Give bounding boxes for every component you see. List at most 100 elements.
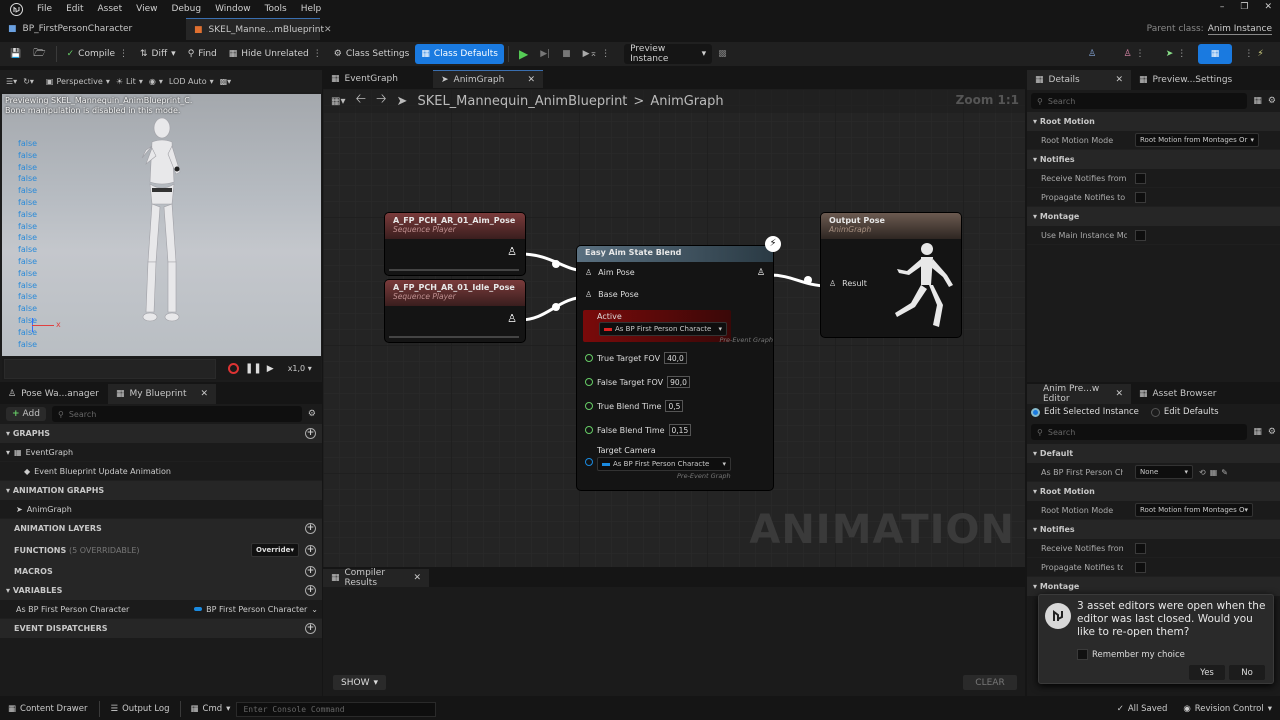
functions-section[interactable]: FUNCTIONS (5 OVERRIDABLE) Override ▾ + — [0, 538, 322, 562]
tree-item-eventgraph[interactable]: ▾ ▦ EventGraph — [0, 443, 322, 462]
use-main-instance-checkbox[interactable] — [1135, 229, 1146, 241]
clear-button[interactable]: CLEAR — [963, 675, 1017, 690]
radio-selected-icon[interactable] — [1031, 407, 1040, 417]
blueprint-mode-button[interactable]: ▦ — [1198, 44, 1232, 64]
animation-mode-button[interactable]: ➤ ⋮ — [1156, 44, 1196, 64]
result-pin[interactable]: ♙ Result — [829, 279, 867, 288]
output-pose-node[interactable]: Output Pose AnimGraph ♙ Result — [821, 213, 961, 337]
menu-asset[interactable]: Asset — [98, 4, 123, 14]
true-blend-pin[interactable]: True Blend Time 0,5 — [585, 400, 684, 412]
camera-binding-dropdown[interactable]: As BP First Person Characte ▾ — [597, 457, 731, 471]
easy-aim-blend-node[interactable]: Easy Aim State Blend ⚡ ♙ Aim Pose ♙ ♙ Base… — [577, 236, 781, 490]
true-blend-value[interactable]: 0,5 — [665, 400, 684, 412]
tab-preview-settings[interactable]: ▦ Preview...Settings — [1131, 70, 1241, 90]
pose-output-pin-icon[interactable]: ♙ — [507, 312, 517, 325]
default-section[interactable]: ▾ Default — [1027, 444, 1280, 463]
yes-button[interactable]: Yes — [1189, 665, 1225, 680]
graph-canvas[interactable]: ▦▾ 🡠 🡢 ➤ SKEL_Mannequin_AnimBlueprint > … — [323, 89, 1025, 567]
add-macro-icon[interactable]: + — [305, 566, 316, 577]
root-motion-mode-dropdown[interactable]: Root Motion from Montages Or ▾ — [1135, 133, 1259, 147]
find-button[interactable]: ⚲ Find — [182, 44, 223, 64]
play-forward-icon[interactable]: ▶ — [267, 364, 274, 374]
doc-tab-bp-firstperson[interactable]: ■ BP_FirstPersonCharacter — [0, 18, 186, 40]
close-tab-icon[interactable]: ✕ — [324, 25, 332, 35]
variable-row[interactable]: As BP First Person Character BP First Per… — [0, 600, 322, 619]
reset-arrow-icon[interactable]: ⟲ — [1199, 468, 1206, 477]
pause-icon[interactable]: ❚❚ — [245, 363, 262, 374]
browse-asset-icon[interactable]: ▦ — [1210, 468, 1218, 477]
preview-propagate-notifies-checkbox[interactable] — [1135, 561, 1146, 573]
pose-output-pin-icon[interactable]: ♙ — [757, 268, 765, 278]
gear-icon[interactable]: ⚙ — [1268, 96, 1276, 106]
close-tab-icon[interactable]: ✕ — [413, 573, 421, 583]
remember-choice-checkbox[interactable] — [1077, 649, 1088, 660]
variables-section[interactable]: ▾ VARIABLES + — [0, 581, 322, 600]
anim-layers-section[interactable]: ANIMATION LAYERS + — [0, 519, 322, 538]
add-graph-icon[interactable]: + — [305, 428, 316, 439]
my-blueprint-search[interactable]: ⚲ Search — [51, 406, 302, 422]
cmd-dropdown[interactable]: ▦ Cmd ▾ — [185, 704, 237, 714]
table-view-icon[interactable]: ▦ — [1253, 427, 1262, 437]
active-binding-dropdown[interactable]: As BP First Person Characte ▾ — [599, 322, 727, 336]
aim-pose-pin[interactable]: ♙ Aim Pose — [585, 268, 635, 277]
timeline-scrubber[interactable] — [4, 358, 216, 379]
radio-unselected-icon[interactable] — [1150, 407, 1160, 417]
base-pose-pin[interactable]: ♙ Base Pose — [585, 290, 639, 299]
tab-pose-watch[interactable]: ♙ Pose Wa...anager — [0, 384, 108, 404]
screenshot-icon[interactable]: ▩▾ — [220, 77, 232, 86]
as-bp-dropdown[interactable]: None ▾ — [1135, 465, 1193, 479]
idle-pose-node[interactable]: A_FP_PCH_AR_01_Idle_Pose Sequence Player… — [385, 280, 525, 342]
tab-details[interactable]: ▦ Details ✕ — [1027, 70, 1131, 90]
target-camera-pin[interactable]: Target Camera As BP First Person Charact… — [585, 446, 765, 484]
tab-asset-browser[interactable]: ▦ Asset Browser — [1131, 384, 1241, 404]
show-dropdown[interactable]: SHOW ▾ — [333, 675, 386, 690]
add-function-icon[interactable]: + — [305, 544, 316, 556]
compile-button[interactable]: ✓ Compile ⋮ — [61, 44, 134, 64]
menu-file[interactable]: File — [37, 4, 52, 14]
close-tab-icon[interactable]: ✕ — [527, 75, 535, 85]
table-view-icon[interactable]: ▦ — [1253, 96, 1262, 106]
false-fov-pin[interactable]: False Target FOV 90,0 — [585, 376, 690, 388]
details-search[interactable]: ⚲ Search — [1031, 93, 1248, 109]
no-button[interactable]: No — [1229, 665, 1265, 680]
tree-item-animgraph[interactable]: ➤ AnimGraph — [0, 500, 322, 519]
step-button[interactable]: ▶| — [534, 44, 556, 64]
true-fov-value[interactable]: 40,0 — [664, 352, 687, 364]
close-tab-icon[interactable]: ✕ — [200, 389, 208, 399]
hide-unrelated-button[interactable]: ▦ Hide Unrelated ⋮ — [223, 44, 328, 64]
anim-graphs-section[interactable]: ▾ ANIMATION GRAPHS — [0, 481, 322, 500]
stop-button[interactable]: ■ — [556, 44, 577, 64]
preview-root-motion-dropdown[interactable]: Root Motion from Montages O ▾ — [1135, 503, 1253, 517]
unreal-logo-icon[interactable] — [10, 2, 23, 16]
perspective-dropdown[interactable]: ▣ Perspective ▾ — [46, 77, 110, 86]
aim-pose-node[interactable]: A_FP_PCH_AR_01_Aim_Pose Sequence Player … — [385, 213, 525, 275]
all-saved-button[interactable]: ✓ All Saved — [1109, 704, 1176, 714]
mesh-mode-button[interactable]: ♙ ⋮ — [1114, 44, 1154, 64]
override-dropdown[interactable]: Override ▾ — [251, 543, 299, 557]
preview-notifies-section[interactable]: ▾ Notifies — [1027, 520, 1280, 539]
close-window-icon[interactable]: ✕ — [1264, 2, 1272, 12]
physics-mode-button[interactable]: ⋮ ⚡ — [1234, 44, 1274, 64]
anim-preview-search[interactable]: ⚲ Search — [1031, 424, 1248, 440]
menu-tools[interactable]: Tools — [265, 4, 287, 14]
menu-window[interactable]: Window — [215, 4, 251, 14]
browse-button[interactable]: 🗁 — [27, 44, 51, 64]
tab-anim-preview-editor[interactable]: Anim Pre...w Editor ✕ — [1027, 384, 1131, 404]
lit-dropdown[interactable]: ☀ Lit ▾ — [116, 77, 143, 86]
diff-button[interactable]: ⇅ Diff ▾ — [134, 44, 182, 64]
close-tab-icon[interactable]: ✕ — [1115, 389, 1123, 399]
details-montage-section[interactable]: ▾ Montage — [1027, 207, 1280, 226]
pose-output-pin-icon[interactable]: ♙ — [507, 245, 517, 258]
menu-edit[interactable]: Edit — [66, 4, 83, 14]
edit-defaults-label[interactable]: Edit Defaults — [1164, 407, 1219, 417]
details-root-motion-section[interactable]: ▾ Root Motion — [1027, 112, 1280, 131]
gear-icon[interactable]: ⚙ — [308, 409, 316, 419]
preview-root-motion-section[interactable]: ▾ Root Motion — [1027, 482, 1280, 501]
revision-control-button[interactable]: ◉ Revision Control ▾ — [1175, 704, 1280, 714]
menu-view[interactable]: View — [136, 4, 157, 14]
false-blend-value[interactable]: 0,15 — [668, 424, 692, 436]
minimize-icon[interactable]: – — [1220, 2, 1225, 12]
dispatchers-section[interactable]: EVENT DISPATCHERS + — [0, 619, 322, 638]
menu-help[interactable]: Help — [301, 4, 322, 14]
tab-compiler-results[interactable]: ▦ Compiler Results ✕ — [323, 568, 429, 588]
